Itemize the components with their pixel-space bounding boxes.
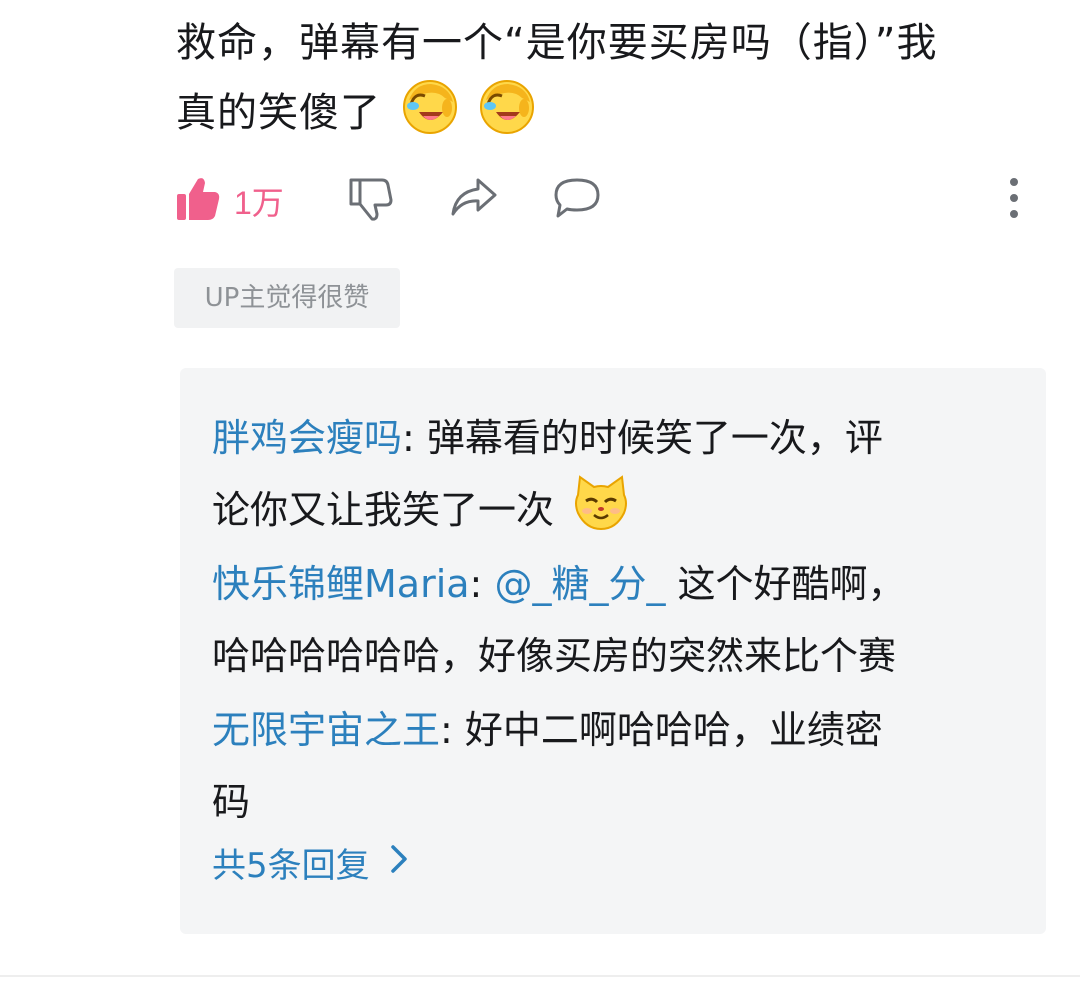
more-vertical-icon <box>1004 176 1024 224</box>
reply-separator: : <box>402 416 427 460</box>
laugh-cry-emoji <box>478 78 536 158</box>
comment-actions: 1万 <box>0 170 1080 230</box>
reply-text: 哈哈哈哈哈哈，好像买房的突然来比个赛 <box>212 634 897 678</box>
reply-item: 胖鸡会瘦吗: 弹幕看的时候笑了一次，评 论你又让我笑了一次 <box>212 402 972 556</box>
smug-cat-emoji <box>572 475 630 556</box>
reply-separator: : <box>440 708 465 752</box>
divider <box>0 975 1080 977</box>
up-liked-badge: UP主觉得很赞 <box>174 268 400 328</box>
view-all-replies-link[interactable]: 共5条回复 <box>212 838 408 887</box>
reply-text: 弹幕看的时候笑了一次，评 <box>426 416 883 460</box>
laugh-cry-emoji <box>401 78 459 158</box>
reply-text: 码 <box>212 780 251 824</box>
view-all-replies-label: 共5条回复 <box>212 846 370 886</box>
reply-separator: : <box>469 562 495 606</box>
share-button[interactable] <box>450 176 498 222</box>
dislike-button[interactable] <box>348 176 394 226</box>
like-button[interactable]: 1万 <box>176 176 284 226</box>
reply-text: 论你又让我笑了一次 <box>212 488 555 532</box>
like-count: 1万 <box>234 185 284 221</box>
reply-icon <box>552 176 602 224</box>
more-options-button[interactable] <box>1004 176 1024 224</box>
reply-item: 快乐锦鲤Maria: @_糖_分_ 这个好酷啊， 哈哈哈哈哈哈，好像买房的突然来… <box>212 548 972 692</box>
comment-text-line1: 救命，弹幕有一个“是你要买房吗（指）”我 <box>176 20 938 66</box>
reply-text: 这个好酷啊， <box>665 562 906 606</box>
reply-item: 无限宇宙之王: 好中二啊哈哈哈，业绩密 码 <box>212 694 972 838</box>
thumbs-up-icon <box>176 176 220 226</box>
reply-mention[interactable]: @_糖_分_ <box>494 562 665 606</box>
reply-button[interactable] <box>552 176 602 224</box>
reply-text: 好中二啊哈哈哈，业绩密 <box>464 708 883 752</box>
reply-preview-box[interactable]: 胖鸡会瘦吗: 弹幕看的时候笑了一次，评 论你又让我笑了一次 快乐锦鲤Maria:… <box>180 368 1046 934</box>
chevron-right-icon <box>390 843 408 883</box>
comment-body: 救命，弹幕有一个“是你要买房吗（指）”我 真的笑傻了 <box>176 8 1046 158</box>
reply-username[interactable]: 无限宇宙之王 <box>212 708 440 752</box>
reply-username[interactable]: 快乐锦鲤Maria <box>212 562 470 606</box>
comment-text-line2: 真的笑傻了 <box>176 90 381 136</box>
thumbs-down-icon <box>348 176 394 226</box>
reply-username[interactable]: 胖鸡会瘦吗 <box>212 416 402 460</box>
share-icon <box>450 176 498 222</box>
